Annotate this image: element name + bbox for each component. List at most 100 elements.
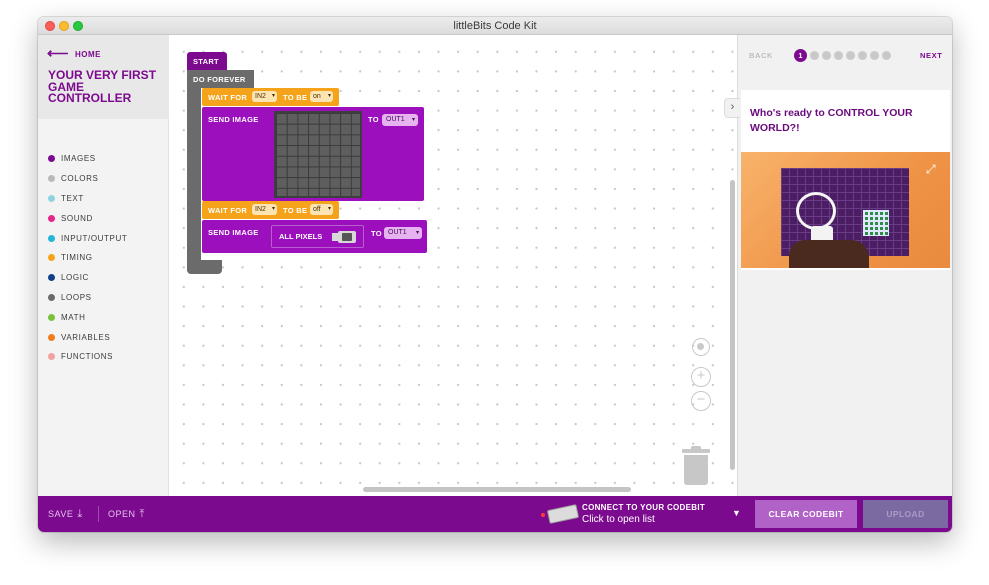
sidebar: ⟵ HOME YOUR VERY FIRST GAME CONTROLLER I… (38, 35, 169, 496)
output-select[interactable]: OUT1 ▾ (382, 114, 418, 126)
category-label: LOOPS (61, 292, 92, 302)
camera-icon (338, 231, 356, 243)
vertical-scrollbar[interactable] (730, 180, 735, 470)
led-matrix-image (863, 210, 889, 236)
step-dot[interactable] (882, 51, 891, 60)
all-pixels-image[interactable]: ALL PIXELS (271, 225, 364, 248)
input-value: IN2 (255, 93, 266, 100)
step-photo[interactable]: ⤢ (741, 152, 950, 268)
expand-icon[interactable]: ⤢ (926, 162, 936, 177)
category-images[interactable]: IMAGES (48, 149, 127, 169)
send-image-block-2[interactable]: SEND IMAGE ALL PIXELS TO OUT1 ▾ (202, 220, 427, 253)
category-label: SOUND (61, 213, 93, 223)
step-dot[interactable] (858, 51, 867, 60)
category-dot-icon (48, 333, 55, 341)
category-dot-icon (48, 293, 55, 301)
category-variables[interactable]: VARIABLES (48, 327, 127, 347)
category-dot-icon (48, 194, 55, 202)
zoom-in-icon[interactable]: + (691, 367, 711, 387)
caret-down-icon: ▾ (411, 117, 415, 123)
caret-down-icon: ▾ (271, 93, 275, 99)
category-dot-icon (48, 175, 55, 183)
app-window: littleBits Code Kit ⟵ HOME YOUR VERY FIR… (38, 17, 952, 532)
category-dot-icon (48, 313, 55, 321)
category-label: IMAGES (61, 154, 96, 164)
step-dot[interactable] (870, 51, 879, 60)
back-button[interactable]: BACK (749, 51, 773, 60)
category-label: VARIABLES (61, 332, 111, 342)
category-input-output[interactable]: INPUT/OUTPUT (48, 228, 127, 248)
download-icon: ⤓ (77, 508, 83, 520)
next-button[interactable]: NEXT (920, 51, 942, 60)
wait-for-block-1[interactable]: WAIT FOR IN2 ▾ TO BE on ▾ (202, 88, 339, 106)
do-forever-block[interactable]: DO FOREVER (187, 70, 254, 88)
category-loops[interactable]: LOOPS (48, 288, 127, 308)
category-label: COLORS (61, 174, 99, 184)
connect-title: CONNECT TO YOUR CODEBIT (582, 503, 706, 512)
instructions-panel: BACK 1 NEXT › Who's ready to CONTROL YOU… (724, 35, 952, 496)
output-value: OUT1 (386, 116, 405, 123)
title-bar: littleBits Code Kit (38, 17, 952, 35)
category-timing[interactable]: TIMING (48, 248, 127, 268)
step-card: Who's ready to CONTROL YOUR WORLD?! ⤢ (741, 90, 950, 270)
category-label: MATH (61, 312, 86, 322)
trash-icon[interactable] (682, 446, 710, 487)
home-link[interactable]: ⟵ HOME (47, 45, 101, 62)
chevron-right-icon[interactable]: › (724, 98, 740, 118)
open-label: OPEN (108, 509, 136, 519)
output-select[interactable]: OUT1 ▾ (384, 227, 422, 239)
category-dot-icon (48, 234, 55, 242)
category-dot-icon (48, 254, 55, 262)
caret-down-icon: ▾ (327, 206, 331, 212)
category-colors[interactable]: COLORS (48, 169, 127, 189)
category-label: LOGIC (61, 273, 89, 283)
input-select[interactable]: IN2 ▾ (252, 204, 277, 215)
step-dot[interactable] (834, 51, 843, 60)
to-be-label: TO BE (283, 93, 308, 102)
hand-image (789, 240, 869, 268)
category-dot-icon (48, 155, 55, 163)
trash-lid (682, 449, 710, 453)
step-dot[interactable] (822, 51, 831, 60)
arrow-left-icon: ⟵ (47, 45, 70, 62)
send-image-block-1[interactable]: SEND IMAGE TO OUT1 ▾ (202, 107, 424, 201)
connect-subtitle: Click to open list (582, 514, 655, 525)
current-step[interactable]: 1 (794, 49, 807, 62)
pixel-grid-image[interactable] (274, 111, 362, 198)
category-logic[interactable]: LOGIC (48, 268, 127, 288)
codebit-board-icon (546, 504, 580, 524)
save-button[interactable]: SAVE ⤓ (48, 508, 83, 521)
state-select[interactable]: on ▾ (310, 91, 333, 102)
upload-button[interactable]: UPLOAD (863, 500, 948, 528)
category-math[interactable]: MATH (48, 307, 127, 327)
recenter-icon[interactable] (692, 338, 710, 356)
category-functions[interactable]: FUNCTIONS (48, 347, 127, 367)
all-pixels-label: ALL PIXELS (279, 232, 323, 241)
do-forever-loop-arm (187, 87, 201, 265)
step-dot[interactable] (846, 51, 855, 60)
step-dot[interactable] (810, 51, 819, 60)
zoom-out-icon[interactable]: − (691, 391, 711, 411)
caret-down-icon: ▾ (271, 206, 275, 212)
state-select[interactable]: off ▾ (310, 204, 333, 215)
category-sound[interactable]: SOUND (48, 208, 127, 228)
start-block[interactable]: START (187, 52, 227, 71)
category-label: TIMING (61, 253, 93, 263)
output-value: OUT1 (388, 229, 407, 236)
step-indicator: 1 (794, 49, 891, 62)
do-forever-label: DO FOREVER (193, 75, 246, 84)
open-button[interactable]: OPEN ⤒ (108, 508, 145, 521)
connect-codebit-dropdown[interactable]: CONNECT TO YOUR CODEBIT Click to open li… (541, 502, 741, 528)
trash-body (684, 455, 708, 485)
category-text[interactable]: TEXT (48, 189, 127, 209)
lesson-title: YOUR VERY FIRST GAME CONTROLLER (48, 68, 157, 105)
code-workspace[interactable]: START DO FOREVER WAIT FOR IN2 ▾ TO BE on ▾… (170, 35, 737, 496)
input-value: IN2 (255, 206, 266, 213)
clear-codebit-button[interactable]: CLEAR CODEBIT (755, 500, 857, 528)
input-select[interactable]: IN2 ▾ (252, 91, 277, 102)
block-category-list: IMAGES COLORS TEXT SOUND INPUT/OUTPUT TI… (48, 149, 127, 367)
category-dot-icon (48, 353, 55, 361)
to-label: TO (368, 115, 379, 124)
horizontal-scrollbar[interactable] (363, 487, 631, 492)
wait-for-block-2[interactable]: WAIT FOR IN2 ▾ TO BE off ▾ (202, 201, 339, 219)
